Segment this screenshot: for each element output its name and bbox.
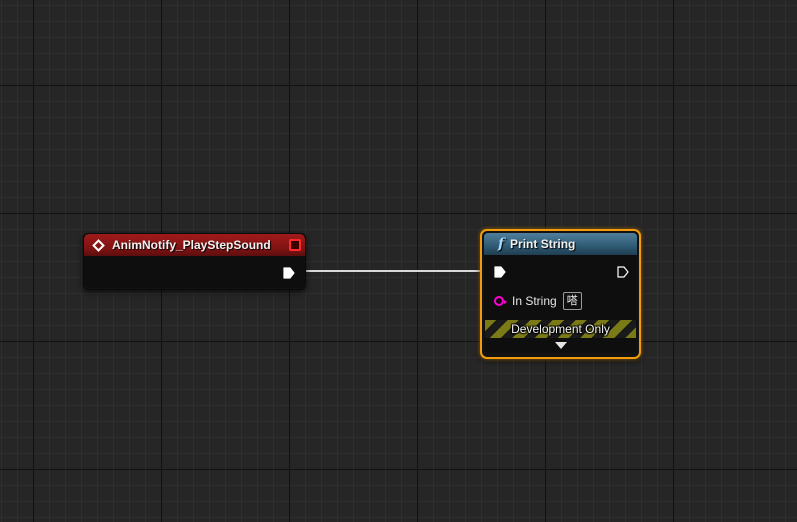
in-string-input[interactable]: 嗒 (562, 292, 582, 310)
print-string-body: In String 嗒 Development Only (484, 255, 637, 353)
blueprint-graph-canvas[interactable]: AnimNotify_PlayStepSound f Print String … (0, 0, 797, 522)
event-diamond-icon (92, 238, 105, 252)
event-node-title: AnimNotify_PlayStepSound (112, 238, 271, 252)
chevron-down-icon[interactable] (554, 342, 567, 349)
event-node-body (84, 256, 305, 288)
string-pin-icon[interactable] (494, 296, 507, 306)
print-string-header[interactable]: f Print String (484, 233, 637, 255)
event-node-animnotify[interactable]: AnimNotify_PlayStepSound (83, 233, 306, 290)
print-string-node[interactable]: f Print String In String 嗒 Development O… (480, 229, 641, 359)
exec-output-pin-icon[interactable] (283, 267, 295, 279)
in-string-pin-row: In String 嗒 (494, 292, 582, 310)
exec-output-pin-icon[interactable] (617, 266, 629, 278)
print-string-title: Print String (510, 237, 576, 251)
development-only-label: Development Only (511, 322, 610, 336)
exec-input-pin-icon[interactable] (494, 266, 506, 278)
in-string-label: In String (512, 294, 557, 308)
development-only-banner: Development Only (485, 320, 636, 338)
delegate-pin-icon[interactable] (289, 239, 301, 251)
function-icon: f (498, 236, 505, 252)
event-node-header[interactable]: AnimNotify_PlayStepSound (84, 234, 305, 256)
